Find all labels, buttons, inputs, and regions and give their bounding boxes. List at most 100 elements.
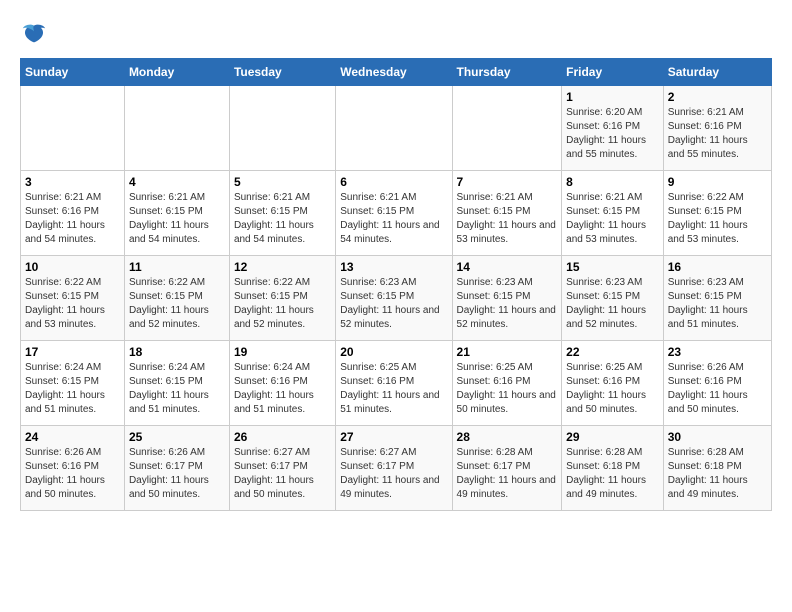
day-number: 3 [25, 175, 120, 189]
calendar-cell: 17 Sunrise: 6:24 AM Sunset: 6:15 PM Dayli… [21, 341, 125, 426]
calendar-week-row: 17 Sunrise: 6:24 AM Sunset: 6:15 PM Dayli… [21, 341, 772, 426]
day-info: Sunrise: 6:25 AM Sunset: 6:16 PM Dayligh… [566, 361, 659, 417]
day-number: 18 [129, 345, 225, 359]
day-info: Sunrise: 6:25 AM Sunset: 6:16 PM Dayligh… [457, 361, 558, 417]
day-info: Sunrise: 6:21 AM Sunset: 6:15 PM Dayligh… [129, 191, 225, 247]
calendar-cell: 5 Sunrise: 6:21 AM Sunset: 6:15 PM Daylig… [229, 171, 335, 256]
day-number: 29 [566, 430, 659, 444]
day-number: 30 [668, 430, 767, 444]
day-number: 22 [566, 345, 659, 359]
calendar-cell: 9Sunrise: 6:22 AM Sunset: 6:15 PM Daylig… [663, 171, 771, 256]
day-number: 17 [25, 345, 120, 359]
day-info: Sunrise: 6:27 AM Sunset: 6:17 PM Dayligh… [340, 446, 447, 502]
calendar-cell: 27 Sunrise: 6:27 AM Sunset: 6:17 PM Dayli… [336, 426, 452, 511]
calendar-cell: 25 Sunrise: 6:26 AM Sunset: 6:17 PM Dayli… [124, 426, 229, 511]
calendar-cell: 23 Sunrise: 6:26 AM Sunset: 6:16 PM Dayli… [663, 341, 771, 426]
calendar-cell: 4 Sunrise: 6:21 AM Sunset: 6:15 PM Daylig… [124, 171, 229, 256]
page-header [20, 20, 772, 48]
calendar-cell: 20 Sunrise: 6:25 AM Sunset: 6:16 PM Dayli… [336, 341, 452, 426]
day-number: 10 [25, 260, 120, 274]
calendar-cell: 21Sunrise: 6:25 AM Sunset: 6:16 PM Dayli… [452, 341, 562, 426]
calendar-cell: 2 Sunrise: 6:21 AM Sunset: 6:16 PM Daylig… [663, 86, 771, 171]
day-info: Sunrise: 6:23 AM Sunset: 6:15 PM Dayligh… [668, 276, 767, 332]
day-number: 12 [234, 260, 331, 274]
day-info: Sunrise: 6:23 AM Sunset: 6:15 PM Dayligh… [566, 276, 659, 332]
calendar-cell [124, 86, 229, 171]
day-info: Sunrise: 6:21 AM Sunset: 6:15 PM Dayligh… [234, 191, 331, 247]
day-info: Sunrise: 6:28 AM Sunset: 6:18 PM Dayligh… [668, 446, 767, 502]
weekday-header: Saturday [663, 59, 771, 86]
calendar-cell: 6 Sunrise: 6:21 AM Sunset: 6:15 PM Daylig… [336, 171, 452, 256]
day-info: Sunrise: 6:27 AM Sunset: 6:17 PM Dayligh… [234, 446, 331, 502]
day-info: Sunrise: 6:21 AM Sunset: 6:15 PM Dayligh… [457, 191, 558, 247]
day-number: 2 [668, 90, 767, 104]
weekday-header: Friday [562, 59, 664, 86]
day-info: Sunrise: 6:26 AM Sunset: 6:16 PM Dayligh… [668, 361, 767, 417]
logo [20, 20, 52, 48]
day-number: 4 [129, 175, 225, 189]
calendar-cell: 30 Sunrise: 6:28 AM Sunset: 6:18 PM Dayli… [663, 426, 771, 511]
calendar-cell [21, 86, 125, 171]
weekday-header: Wednesday [336, 59, 452, 86]
day-info: Sunrise: 6:28 AM Sunset: 6:17 PM Dayligh… [457, 446, 558, 502]
day-info: Sunrise: 6:20 AM Sunset: 6:16 PM Dayligh… [566, 106, 659, 162]
calendar-cell: 8 Sunrise: 6:21 AM Sunset: 6:15 PM Daylig… [562, 171, 664, 256]
day-info: Sunrise: 6:21 AM Sunset: 6:15 PM Dayligh… [566, 191, 659, 247]
calendar-cell: 12Sunrise: 6:22 AM Sunset: 6:15 PM Dayli… [229, 256, 335, 341]
day-number: 23 [668, 345, 767, 359]
day-info: Sunrise: 6:21 AM Sunset: 6:16 PM Dayligh… [668, 106, 767, 162]
calendar-cell [229, 86, 335, 171]
calendar-cell: 15 Sunrise: 6:23 AM Sunset: 6:15 PM Dayli… [562, 256, 664, 341]
calendar-cell: 29Sunrise: 6:28 AM Sunset: 6:18 PM Dayli… [562, 426, 664, 511]
day-number: 1 [566, 90, 659, 104]
day-info: Sunrise: 6:21 AM Sunset: 6:16 PM Dayligh… [25, 191, 120, 247]
calendar-cell: 1 Sunrise: 6:20 AM Sunset: 6:16 PM Daylig… [562, 86, 664, 171]
day-number: 19 [234, 345, 331, 359]
day-number: 24 [25, 430, 120, 444]
day-number: 5 [234, 175, 331, 189]
calendar-cell [452, 86, 562, 171]
calendar-cell [336, 86, 452, 171]
weekday-header-row: SundayMondayTuesdayWednesdayThursdayFrid… [21, 59, 772, 86]
calendar-week-row: 10 Sunrise: 6:22 AM Sunset: 6:15 PM Dayli… [21, 256, 772, 341]
weekday-header: Monday [124, 59, 229, 86]
calendar-cell: 24 Sunrise: 6:26 AM Sunset: 6:16 PM Dayli… [21, 426, 125, 511]
day-number: 20 [340, 345, 447, 359]
day-info: Sunrise: 6:22 AM Sunset: 6:15 PM Dayligh… [668, 191, 767, 247]
calendar-week-row: 24 Sunrise: 6:26 AM Sunset: 6:16 PM Dayli… [21, 426, 772, 511]
day-number: 11 [129, 260, 225, 274]
day-info: Sunrise: 6:26 AM Sunset: 6:16 PM Dayligh… [25, 446, 120, 502]
day-info: Sunrise: 6:24 AM Sunset: 6:15 PM Dayligh… [129, 361, 225, 417]
day-number: 6 [340, 175, 447, 189]
day-number: 27 [340, 430, 447, 444]
calendar-week-row: 1 Sunrise: 6:20 AM Sunset: 6:16 PM Daylig… [21, 86, 772, 171]
weekday-header: Thursday [452, 59, 562, 86]
day-number: 15 [566, 260, 659, 274]
day-number: 7 [457, 175, 558, 189]
day-info: Sunrise: 6:23 AM Sunset: 6:15 PM Dayligh… [457, 276, 558, 332]
calendar-cell: 22 Sunrise: 6:25 AM Sunset: 6:16 PM Dayli… [562, 341, 664, 426]
day-number: 16 [668, 260, 767, 274]
calendar-cell: 19 Sunrise: 6:24 AM Sunset: 6:16 PM Dayli… [229, 341, 335, 426]
day-info: Sunrise: 6:26 AM Sunset: 6:17 PM Dayligh… [129, 446, 225, 502]
day-info: Sunrise: 6:24 AM Sunset: 6:16 PM Dayligh… [234, 361, 331, 417]
day-number: 14 [457, 260, 558, 274]
weekday-header: Tuesday [229, 59, 335, 86]
day-number: 13 [340, 260, 447, 274]
calendar-cell: 11 Sunrise: 6:22 AM Sunset: 6:15 PM Dayli… [124, 256, 229, 341]
calendar-cell: 28 Sunrise: 6:28 AM Sunset: 6:17 PM Dayli… [452, 426, 562, 511]
day-info: Sunrise: 6:21 AM Sunset: 6:15 PM Dayligh… [340, 191, 447, 247]
day-info: Sunrise: 6:24 AM Sunset: 6:15 PM Dayligh… [25, 361, 120, 417]
day-number: 8 [566, 175, 659, 189]
logo-bird-icon [20, 20, 48, 48]
day-info: Sunrise: 6:25 AM Sunset: 6:16 PM Dayligh… [340, 361, 447, 417]
weekday-header: Sunday [21, 59, 125, 86]
day-number: 28 [457, 430, 558, 444]
day-info: Sunrise: 6:22 AM Sunset: 6:15 PM Dayligh… [25, 276, 120, 332]
day-info: Sunrise: 6:22 AM Sunset: 6:15 PM Dayligh… [129, 276, 225, 332]
calendar-cell: 16 Sunrise: 6:23 AM Sunset: 6:15 PM Dayli… [663, 256, 771, 341]
calendar-cell: 14 Sunrise: 6:23 AM Sunset: 6:15 PM Dayli… [452, 256, 562, 341]
day-number: 25 [129, 430, 225, 444]
day-number: 26 [234, 430, 331, 444]
calendar-cell: 18 Sunrise: 6:24 AM Sunset: 6:15 PM Dayli… [124, 341, 229, 426]
